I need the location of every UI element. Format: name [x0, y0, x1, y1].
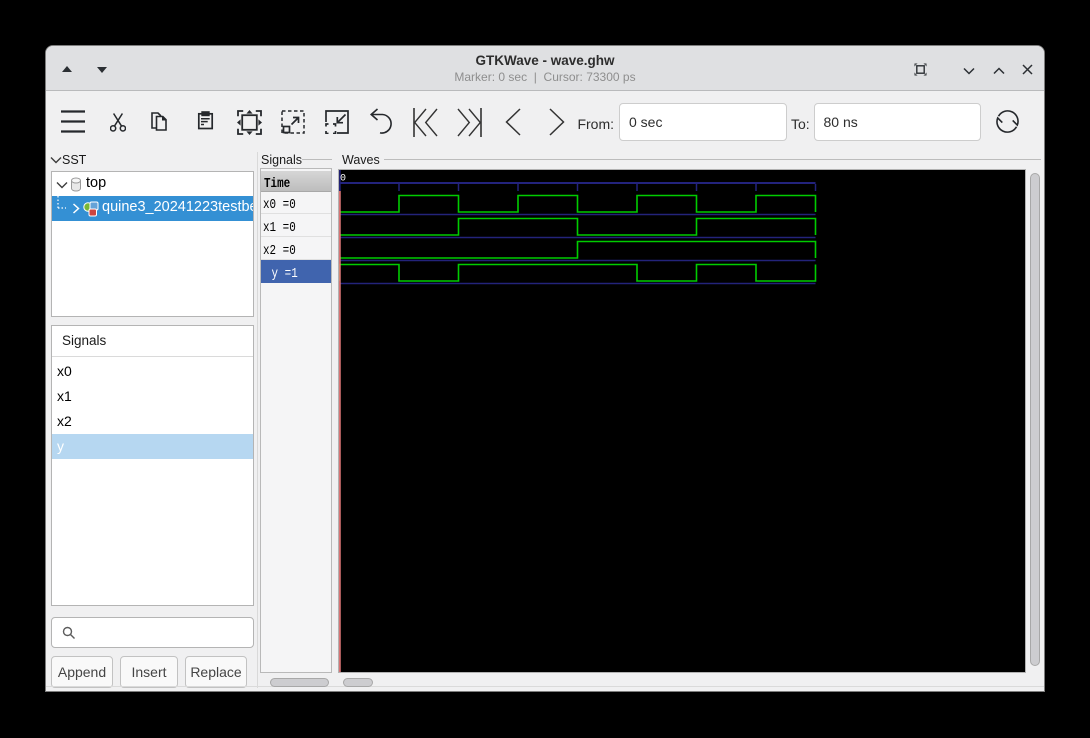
svg-text:0: 0	[340, 174, 346, 185]
